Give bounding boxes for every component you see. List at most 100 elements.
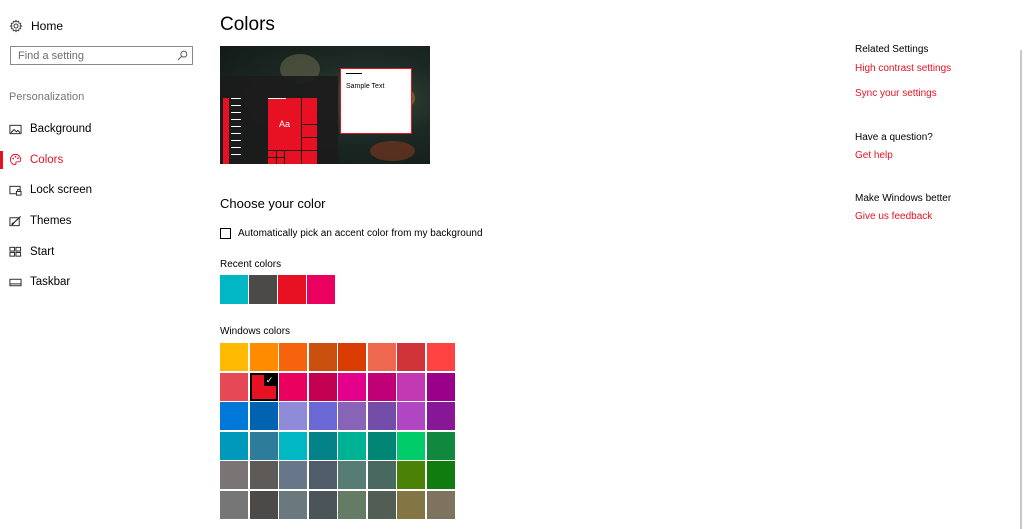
feedback-heading: Make Windows better — [855, 193, 952, 204]
color-swatch[interactable] — [220, 461, 248, 489]
sidebar-item-background[interactable]: Background — [0, 114, 92, 145]
choose-color-heading: Choose your color — [220, 196, 326, 211]
sidebar-item-lock-screen[interactable]: Lock screen — [0, 175, 92, 206]
color-swatch[interactable] — [426, 431, 455, 460]
preview-tile-divider — [301, 98, 302, 164]
gear-icon — [9, 19, 23, 33]
color-swatch[interactable] — [367, 461, 396, 489]
recent-color-swatch[interactable] — [278, 275, 306, 304]
color-swatch[interactable] — [308, 372, 337, 401]
preview-window-titlebar — [346, 73, 362, 74]
home-label: Home — [31, 19, 64, 33]
color-swatch[interactable] — [308, 402, 337, 430]
color-swatch[interactable] — [367, 490, 396, 519]
color-swatch[interactable] — [220, 490, 248, 519]
color-swatch[interactable] — [397, 372, 425, 401]
color-swatch[interactable] — [367, 372, 396, 401]
sidebar-item-taskbar[interactable]: Taskbar — [0, 267, 92, 298]
color-swatch[interactable] — [426, 372, 455, 401]
color-swatch[interactable] — [279, 490, 307, 519]
picture-icon — [9, 124, 22, 134]
color-swatch[interactable] — [367, 431, 396, 460]
color-swatch[interactable] — [397, 431, 425, 460]
feedback-link[interactable]: Give us feedback — [855, 211, 932, 222]
related-settings-heading: Related Settings — [855, 44, 929, 55]
color-swatch[interactable] — [338, 402, 366, 430]
color-swatch[interactable] — [338, 461, 366, 489]
color-swatch[interactable] — [220, 402, 248, 430]
color-swatch[interactable] — [338, 431, 366, 460]
color-swatch[interactable] — [220, 372, 248, 401]
sidebar-item-label: Background — [30, 123, 92, 136]
color-swatch[interactable] — [308, 431, 337, 460]
lock-screen-icon — [9, 185, 22, 196]
auto-pick-option[interactable]: Automatically pick an accent color from … — [220, 228, 483, 239]
preview-tile: Aa — [268, 98, 301, 150]
sidebar-item-themes[interactable]: Themes — [0, 206, 92, 237]
high-contrast-link[interactable]: High contrast settings — [855, 63, 951, 74]
color-swatch[interactable] — [338, 343, 366, 371]
color-swatch[interactable] — [426, 402, 455, 430]
question-heading: Have a question? — [855, 132, 933, 143]
checkmark-icon: ✓ — [263, 374, 276, 386]
auto-pick-checkbox[interactable] — [220, 228, 231, 239]
preview-tile-divider — [268, 157, 284, 158]
color-swatch[interactable] — [397, 490, 425, 519]
color-swatch[interactable] — [249, 461, 278, 489]
color-swatch[interactable] — [426, 343, 455, 371]
color-swatch[interactable] — [220, 431, 248, 460]
sidebar: Home Personalization Background Colors — [0, 0, 205, 529]
scrollbar[interactable] — [1020, 50, 1022, 529]
sidebar-nav: Background Colors Lock screen Themes Sta… — [0, 114, 92, 298]
color-swatch[interactable] — [279, 461, 307, 489]
color-swatch[interactable] — [397, 402, 425, 430]
color-swatch[interactable] — [308, 461, 337, 489]
taskbar-icon — [9, 278, 22, 286]
color-swatch[interactable] — [338, 372, 366, 401]
color-swatch[interactable] — [220, 343, 248, 371]
color-swatch[interactable] — [308, 343, 337, 371]
color-swatch[interactable] — [426, 461, 455, 489]
home-link[interactable]: Home — [9, 18, 63, 34]
recent-color-swatch[interactable] — [249, 275, 277, 304]
preview-tile-divider — [284, 150, 285, 164]
page-title: Colors — [220, 14, 275, 35]
color-swatch[interactable] — [367, 402, 396, 430]
color-swatch[interactable] — [338, 490, 366, 519]
color-swatch[interactable]: ✓ — [249, 372, 278, 401]
search-input[interactable] — [11, 48, 178, 63]
color-swatch[interactable] — [279, 402, 307, 430]
sidebar-item-label: Taskbar — [30, 276, 71, 289]
sidebar-item-label: Colors — [30, 153, 64, 166]
color-swatch[interactable] — [279, 431, 307, 460]
preview-accent-strip — [223, 98, 229, 164]
auto-pick-label: Automatically pick an accent color from … — [238, 228, 483, 239]
start-icon — [9, 247, 22, 257]
search-box[interactable] — [10, 46, 193, 65]
sidebar-item-colors[interactable]: Colors — [0, 145, 92, 176]
color-swatch[interactable] — [308, 490, 337, 519]
color-swatch[interactable] — [397, 343, 425, 371]
color-swatch[interactable] — [249, 490, 278, 519]
recent-color-swatch[interactable] — [220, 275, 248, 304]
sync-settings-link[interactable]: Sync your settings — [855, 88, 937, 99]
section-label: Personalization — [9, 91, 85, 103]
themes-icon — [9, 215, 21, 226]
recent-colors — [220, 275, 336, 304]
search-icon[interactable] — [177, 50, 188, 61]
recent-color-swatch[interactable] — [307, 275, 335, 304]
color-swatch[interactable] — [279, 372, 307, 401]
color-swatch[interactable] — [367, 343, 396, 371]
color-swatch[interactable] — [397, 461, 425, 489]
preview-tile-divider — [302, 137, 317, 138]
color-swatch[interactable] — [279, 343, 307, 371]
preview-tile-line — [268, 98, 286, 99]
color-swatch[interactable] — [249, 431, 278, 460]
color-swatch[interactable] — [249, 402, 278, 430]
get-help-link[interactable]: Get help — [855, 150, 893, 161]
recent-colors-label: Recent colors — [220, 259, 282, 270]
color-swatch[interactable] — [426, 490, 455, 519]
color-swatch[interactable] — [249, 343, 278, 371]
sidebar-item-start[interactable]: Start — [0, 236, 92, 267]
preview-sample-text: Sample Text — [346, 83, 385, 90]
